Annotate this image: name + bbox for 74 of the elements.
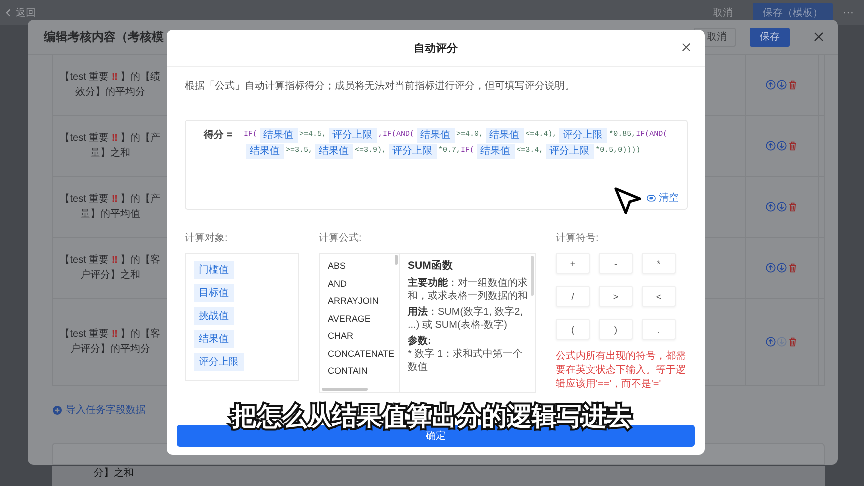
symbol-key[interactable]: * xyxy=(642,253,676,274)
section-label: 计算对象: xyxy=(185,232,229,245)
arrow-down-circle-icon[interactable] xyxy=(777,202,787,212)
variable-tag[interactable]: 评分上限 xyxy=(194,353,244,371)
symbol-key[interactable]: - xyxy=(599,253,633,274)
arrow-up-circle-icon[interactable] xyxy=(766,337,776,347)
symbol-key[interactable]: < xyxy=(642,286,676,307)
scrollbar-thumb[interactable] xyxy=(395,255,398,265)
dialog-title: 编辑考核内容（考核模 xyxy=(44,28,164,46)
variable-tag: 评分上限 xyxy=(546,144,594,159)
function-item[interactable]: CONCATENATE xyxy=(328,346,395,363)
variable-tag: 评分上限 xyxy=(559,128,608,143)
function-item[interactable]: AND xyxy=(328,276,348,293)
help-text: 参数: xyxy=(408,335,432,348)
arrow-down-circle-icon[interactable] xyxy=(777,80,787,90)
arrow-down-circle-icon[interactable] xyxy=(777,141,787,151)
variable-tag: 评分上限 xyxy=(388,144,437,159)
variable-tag[interactable]: 门槛值 xyxy=(194,261,234,279)
description-text: 根据「公式」自动计算指标得分；成员将无法对当前指标进行评分，但可填写评分说明。 xyxy=(185,80,576,93)
arrow-up-circle-icon[interactable] xyxy=(766,80,776,90)
function-item[interactable]: CHAR xyxy=(328,328,354,346)
variable-tag: 结果值 xyxy=(246,144,284,159)
trash-icon[interactable] xyxy=(788,337,798,347)
symbol-key[interactable]: . xyxy=(642,319,676,340)
help-text: * 数字 1：求和式中第一个数值 xyxy=(408,348,524,374)
variable-tag: 结果值 xyxy=(486,128,524,143)
variable-tag: 结果值 xyxy=(476,144,515,159)
arrow-up-circle-icon[interactable] xyxy=(766,202,776,212)
section-label: 计算符号: xyxy=(556,232,600,245)
symbol-key[interactable]: + xyxy=(556,253,590,274)
item-name: 【test 重要 ‼ 】的【产量】的平均值 xyxy=(59,192,162,222)
symbol-key[interactable]: ) xyxy=(599,319,633,340)
arrow-down-circle-icon[interactable] xyxy=(777,263,787,273)
chevron-icon xyxy=(6,8,11,16)
arrow-up-circle-icon[interactable] xyxy=(766,141,776,151)
formula-label: 得分 = xyxy=(204,128,234,143)
item-name: 【test 重要 ‼ 】的【客户评分】的平均分 xyxy=(59,328,162,357)
variable-tag: 结果值 xyxy=(315,144,354,159)
trash-icon[interactable] xyxy=(788,80,798,90)
variable-tag: 结果值 xyxy=(416,128,455,143)
item-name: 【test 重要 ‼ 】的【客户评分】之和 xyxy=(59,254,162,283)
item-name: 【test 重要 ‼ 】的【产量】之和 xyxy=(59,132,162,161)
item-name: 【test 重要 ‼ 】的【绩效分】的平均分 xyxy=(59,70,162,100)
close-icon[interactable] xyxy=(814,32,824,42)
help-text: 用法：SUM(数字1, 数字2, ...) 或 SUM(表格-数字) xyxy=(408,306,524,332)
function-item[interactable]: CONTAIN xyxy=(328,363,368,380)
variable-tag[interactable]: 目标值 xyxy=(194,284,234,302)
help-text: 主要功能：对一组数值的求和，或求表格一列数据的和 xyxy=(408,277,529,303)
dialog-title: 自动评分 xyxy=(414,42,458,56)
symbol-key[interactable]: / xyxy=(556,286,590,307)
section-label: 计算公式: xyxy=(319,232,363,245)
clear-button[interactable]: 清空 xyxy=(647,191,679,205)
function-item[interactable]: ABS xyxy=(328,258,346,276)
eraser-icon xyxy=(647,194,656,202)
function-item[interactable]: ARRAYJOIN xyxy=(328,293,379,310)
close-icon[interactable] xyxy=(682,43,691,52)
function-title: SUM函数 xyxy=(408,259,454,273)
trash-icon[interactable] xyxy=(788,202,798,212)
symbol-key[interactable]: ( xyxy=(556,319,590,340)
variable-tag: 结果值 xyxy=(260,128,298,143)
variable-tag[interactable]: 挑战值 xyxy=(194,307,234,325)
scrollbar-thumb[interactable] xyxy=(322,388,368,391)
function-item[interactable]: AVERAGE xyxy=(328,310,371,328)
trash-icon[interactable] xyxy=(788,141,798,151)
plus-circle-icon xyxy=(53,406,62,414)
save-button[interactable]: 保存 xyxy=(750,28,790,46)
variable-tag[interactable]: 结果值 xyxy=(194,330,234,348)
symbol-key[interactable]: > xyxy=(599,286,633,307)
variable-tag: 评分上限 xyxy=(328,128,377,143)
cursor-icon xyxy=(613,186,643,216)
trash-icon[interactable] xyxy=(788,263,798,273)
item-name: 分】之和 xyxy=(94,466,134,480)
warning-text: 公式内所有出现的符号，都需要在英文状态下输入。等于逻辑应该用'=='，而不是'=' xyxy=(556,350,687,392)
arrow-up-circle-icon[interactable] xyxy=(766,263,776,273)
